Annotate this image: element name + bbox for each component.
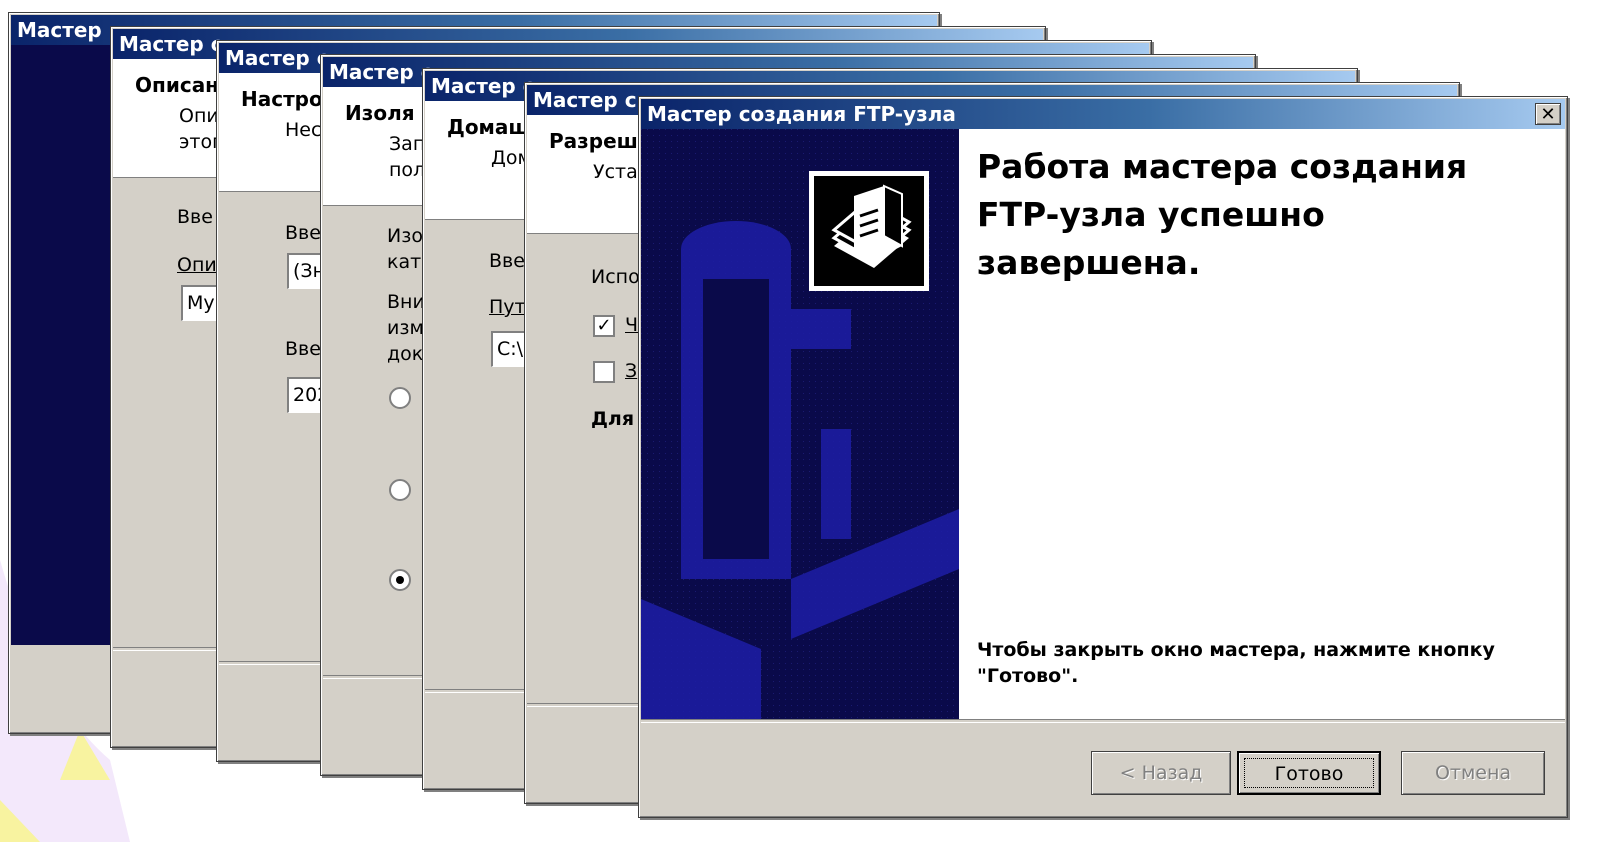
ftp-wizard-finish-window: Мастер создания FTP-узла ✕ Работа мастер…: [638, 96, 1568, 818]
header-subtitle: Нес: [285, 119, 322, 141]
finish-button[interactable]: Готово: [1237, 751, 1381, 795]
isolation-option-2-radio[interactable]: [389, 479, 411, 501]
cancel-button[interactable]: Отмена: [1401, 751, 1545, 795]
back-button-label: < Назад: [1119, 762, 1203, 784]
cancel-button-label: Отмена: [1434, 762, 1512, 784]
isolation-option-3-radio[interactable]: [389, 569, 411, 591]
header-title: Изоля: [345, 101, 415, 125]
window-title: Мастер с: [225, 46, 329, 70]
checkbox-label: З: [625, 360, 638, 382]
header-title: Разреш: [549, 129, 638, 153]
label-text: Опи: [177, 254, 217, 276]
finish-panel: Работа мастера создания FTP-узла успешно…: [959, 129, 1565, 719]
label-text: Изо кат: [387, 225, 423, 273]
isolation-option-1-radio[interactable]: [389, 387, 411, 409]
wizard-sidebar: [11, 45, 121, 645]
window-title: Мастер с: [119, 32, 223, 56]
write-permission-checkbox[interactable]: [593, 361, 615, 383]
window-title: Мастер создания FTP-узла: [647, 102, 956, 126]
close-button[interactable]: ✕: [1535, 103, 1561, 125]
window-title: Мастер с: [533, 88, 637, 112]
header-title: Домаш: [447, 115, 530, 139]
ftp-folder-icon: [809, 171, 929, 291]
window-title: Мастер с: [329, 60, 433, 84]
header-subtitle: Зап пол: [389, 133, 426, 181]
label-text: Вве: [285, 222, 321, 244]
window-title: Мастер: [17, 18, 102, 42]
read-permission-checkbox[interactable]: ✓: [593, 315, 615, 337]
title-bar: Мастер создания FTP-узла ✕: [641, 99, 1565, 129]
separator: [641, 719, 1565, 723]
finish-instruction: Чтобы закрыть окно мастера, нажмите кноп…: [977, 639, 1495, 687]
header-title: Описан: [135, 73, 220, 97]
label-text: Пут: [489, 296, 526, 318]
header-subtitle: Уста: [593, 161, 638, 183]
label-text: Для: [591, 408, 635, 430]
label-text: Вве: [489, 250, 525, 272]
label-text: Вве: [177, 206, 213, 228]
checkbox-label: Ч: [625, 314, 639, 336]
back-button[interactable]: < Назад: [1091, 751, 1231, 795]
label-text: Вве: [285, 338, 321, 360]
header-title: Настро: [241, 87, 323, 111]
window-title: Мастер с: [431, 74, 535, 98]
label-text: Вни изм док: [387, 291, 425, 365]
label-text: Испо: [591, 266, 640, 288]
finish-heading: Работа мастера создания FTP-узла успешно…: [977, 147, 1468, 282]
